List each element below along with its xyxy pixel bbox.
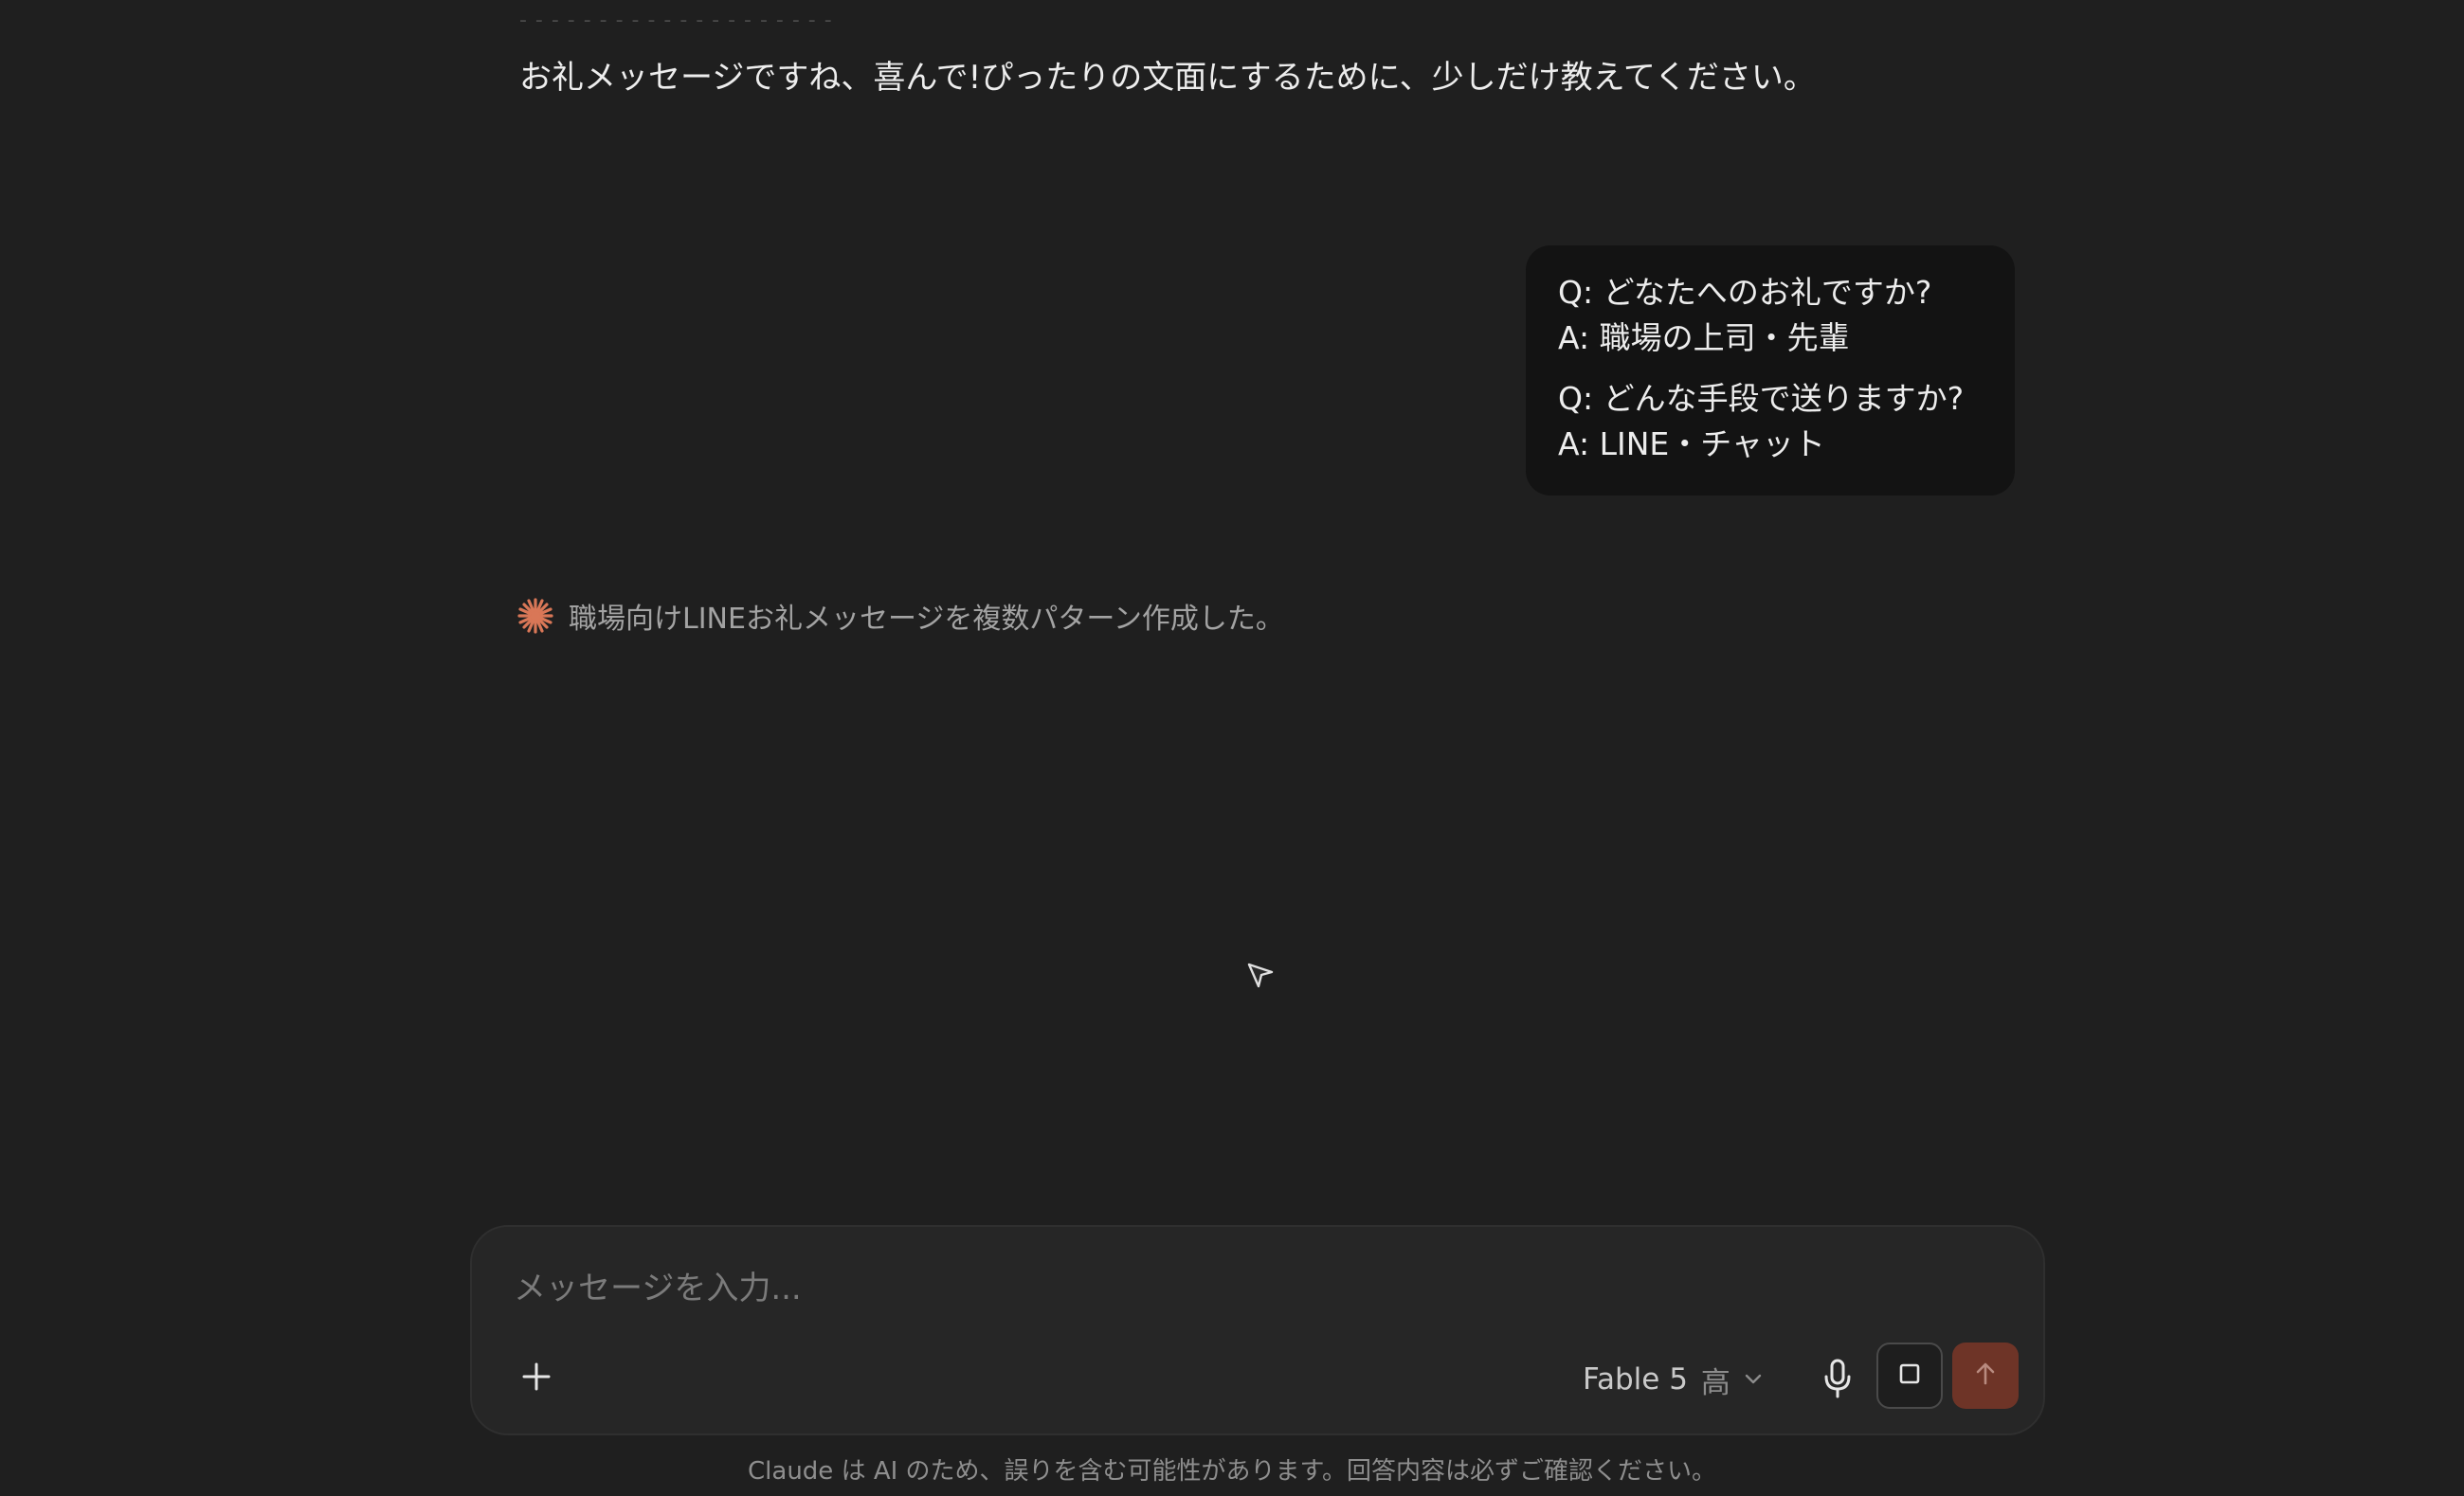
qa-question: Q: どなたへのお礼ですか? [1558,274,1932,311]
qa-item: Q: どんな手段で送りますか? A: LINE・チャット [1558,376,1983,467]
add-attachment-button[interactable] [510,1352,563,1405]
qa-answer: A: 職場の上司・先輩 [1558,319,1850,356]
stop-square-icon [1898,1362,1921,1389]
mouse-cursor-icon [1244,959,1277,995]
chevron-down-icon [1744,1371,1763,1389]
send-button[interactable] [1952,1343,2019,1409]
message-composer: Fable 5 高 [470,1225,2045,1435]
qa-answer: A: LINE・チャット [1558,425,1825,462]
stop-button[interactable] [1876,1343,1943,1409]
qa-item: Q: どなたへのお礼ですか? A: 職場の上司・先輩 [1558,270,1983,361]
claude-spark-icon [517,598,553,634]
model-name: Fable 5 [1583,1362,1688,1397]
chat-page: - - - - - - - - - - - - - - - - - - - - … [0,0,2464,1496]
model-selector[interactable]: Fable 5 高 [1583,1353,1763,1406]
disclaimer-text: Claude は AI のため、誤りを含む可能性があります。回答内容は必ずご確認… [748,1457,1716,1486]
faded-previous-text: - - - - - - - - - - - - - - - - - - - - [519,11,833,30]
model-effort: 高 [1700,1365,1730,1400]
assistant-status[interactable]: 職場向けLINEお礼メッセージを複数パターン作成した。 [517,595,1284,637]
arrow-up-icon [1973,1361,1998,1391]
qa-question: Q: どんな手段で送りますか? [1558,380,1965,417]
user-message-bubble: Q: どなたへのお礼ですか? A: 職場の上司・先輩 Q: どんな手段で送ります… [1526,245,2015,496]
status-text: 職場向けLINEお礼メッセージを複数パターン作成した。 [569,603,1284,636]
assistant-message: お礼メッセージですね、喜んで!ぴったりの文面にするために、少しだけ教えてください… [519,59,1816,97]
message-input[interactable] [514,1265,1935,1312]
plus-icon [521,1361,552,1396]
voice-input-button[interactable] [1809,1350,1866,1411]
microphone-icon [1821,1358,1854,1403]
